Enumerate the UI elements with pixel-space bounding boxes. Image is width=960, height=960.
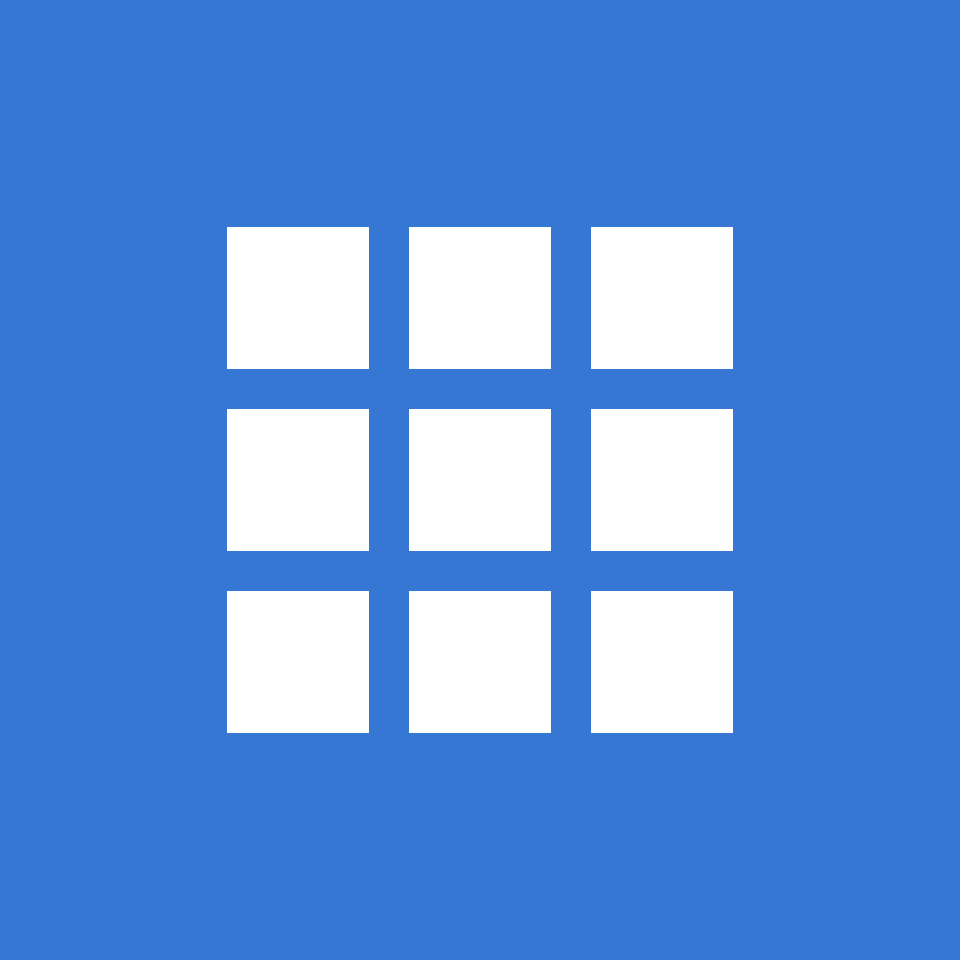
- grid-tile: [409, 591, 551, 733]
- grid-icon: [227, 227, 733, 733]
- grid-tile: [591, 591, 733, 733]
- grid-tile: [409, 409, 551, 551]
- grid-tile: [227, 409, 369, 551]
- grid-tile: [591, 409, 733, 551]
- app-icon-background: [0, 0, 960, 960]
- grid-tile: [591, 227, 733, 369]
- grid-tile: [227, 227, 369, 369]
- grid-tile: [409, 227, 551, 369]
- grid-tile: [227, 591, 369, 733]
